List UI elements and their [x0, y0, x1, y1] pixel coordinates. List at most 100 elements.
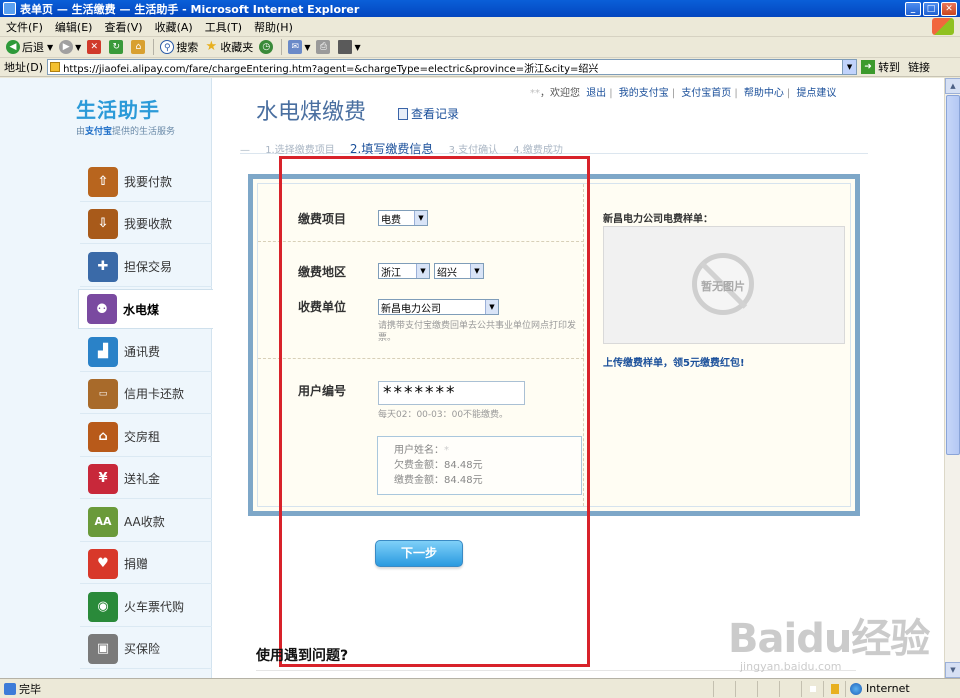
logo-sub-prefix: 由 [76, 127, 86, 137]
sidebar-item-label: 我要付款 [124, 175, 173, 189]
province-select[interactable]: 浙江 ▼ [378, 263, 430, 279]
watermark-main: Baidu经验 [728, 616, 930, 662]
help-center-link[interactable]: 帮助中心 [744, 88, 784, 99]
history-icon: ◷ [259, 40, 274, 54]
home-button[interactable]: ⌂ [128, 38, 150, 57]
sidebar-item-utilities[interactable]: ⚉ 水电煤 [78, 289, 213, 329]
sidebar-item-train[interactable]: ◉ 火车票代购 [80, 587, 212, 627]
scroll-up-icon[interactable]: ▲ [945, 78, 960, 94]
vertical-scrollbar[interactable]: ▲ ▼ [944, 78, 960, 678]
sidebar-item-rent[interactable]: ⌂ 交房租 [80, 417, 212, 457]
zone-label: Internet [866, 682, 910, 695]
chevron-down-icon[interactable]: ▼ [75, 43, 81, 52]
status-cell [757, 680, 779, 697]
mail-button[interactable]: ✉ ▼ [285, 38, 313, 57]
menu-view[interactable]: 查看(V) [98, 19, 148, 35]
upload-sample-link[interactable]: 上传缴费样单，领5元缴费红包! [603, 354, 745, 369]
chevron-down-icon[interactable]: ▼ [354, 43, 360, 52]
sidebar-item-telecom[interactable]: ▟ 通讯费 [80, 332, 212, 372]
receive-icon: ⇩ [88, 208, 118, 239]
account-hint: 每天02：00-03：00不能缴费。 [378, 410, 509, 420]
unit-select[interactable]: 新昌电力公司 ▼ [378, 299, 499, 315]
stop-button[interactable]: ✕ [84, 38, 106, 57]
sidebar-item-donate[interactable]: ♥ 捐赠 [80, 544, 212, 584]
print-button[interactable]: ⎙ [313, 38, 335, 57]
links-button[interactable]: 链接 [908, 59, 930, 75]
unit-select-value: 新昌电力公司 [381, 303, 441, 315]
lock-icon[interactable] [823, 680, 845, 697]
forward-button[interactable]: ▶ ▼ [56, 38, 84, 57]
status-text: 完毕 [19, 682, 41, 696]
menu-favorites[interactable]: 收藏(A) [149, 19, 199, 35]
house-icon: ⌂ [88, 421, 118, 452]
progress-steps: — 1.选择缴费项目 2.填写缴费信息 3.支付确认 4.缴费成功 [240, 140, 868, 156]
step-4: 4.缴费成功 [513, 145, 563, 156]
city-select-value: 绍兴 [437, 267, 457, 279]
window-title: 表单页 — 生活缴费 — 生活助手 - Microsoft Internet E… [20, 2, 360, 16]
sidebar-item-insurance[interactable]: ▣ 买保险 [80, 629, 212, 669]
payment-form-panel: 缴费项目 电费 ▼ 缴费地区 浙江 ▼ 绍兴 ▼ 收费单位 新昌电力公司 ▼ 请携带支付… [248, 174, 860, 516]
unit-hint: 请携带支付宝缴费回单去公共事业单位网点打印发票。 [378, 321, 577, 343]
browser-toolbar: ◀ 后退 ▼ ▶ ▼ ✕ ↻ ⌂ ⚲ 搜索 ★ 收藏夹 ◷ ✉ ▼ ⎙ ▼ [0, 37, 960, 58]
toolbar-divider [153, 39, 155, 55]
logout-link[interactable]: 退出 [586, 88, 606, 99]
sidebar-item-label: AA收款 [124, 515, 165, 529]
sidebar-item-aa[interactable]: AA AA收款 [80, 502, 212, 542]
star-icon: ★ [205, 39, 218, 54]
edit-icon [338, 40, 353, 54]
minimize-button[interactable]: _ [905, 1, 921, 16]
chevron-down-icon[interactable]: ▼ [304, 43, 310, 52]
info-pay-label: 缴费金额： [394, 475, 444, 486]
status-bar: 完毕 Internet [0, 678, 960, 698]
go-label: 转到 [878, 61, 901, 74]
train-icon: ◉ [88, 591, 118, 622]
city-select[interactable]: 绍兴 ▼ [434, 263, 484, 279]
alipay-home-link[interactable]: 支付宝首页 [681, 88, 731, 99]
scroll-thumb[interactable] [946, 95, 960, 455]
menu-help[interactable]: 帮助(H) [248, 19, 299, 35]
refresh-button[interactable]: ↻ [106, 38, 128, 57]
history-button[interactable]: ◷ [256, 38, 278, 57]
sidebar-item-guarantee[interactable]: ✚ 担保交易 [80, 247, 212, 287]
account-input[interactable]: ******* [378, 381, 525, 405]
mail-icon: ✉ [288, 40, 303, 54]
guarantee-icon: ✚ [88, 251, 118, 282]
view-records-label: 查看记录 [411, 107, 460, 121]
sidebar-item-label: 我要收款 [124, 217, 173, 231]
sidebar-item-credit-card[interactable]: ▭ 信用卡还款 [80, 374, 212, 414]
step-2-current: 2.填写缴费信息 [349, 142, 434, 156]
menu-tools[interactable]: 工具(T) [199, 19, 248, 35]
info-name-value: * [444, 445, 449, 456]
toolbar-divider [281, 39, 283, 55]
edit-button[interactable]: ▼ [335, 38, 363, 57]
my-alipay-link[interactable]: 我的支付宝 [619, 88, 669, 99]
menu-file[interactable]: 文件(F) [0, 19, 49, 35]
address-input[interactable]: https://jiaofei.alipay.com/fare/chargeEn… [47, 59, 858, 75]
menu-bar: 文件(F) 编辑(E) 查看(V) 收藏(A) 工具(T) 帮助(H) [0, 17, 960, 37]
unit-label: 收费单位 [298, 300, 347, 314]
back-button[interactable]: ◀ 后退 ▼ [3, 38, 56, 57]
search-button[interactable]: ⚲ 搜索 [157, 38, 201, 57]
maximize-button[interactable]: □ [923, 1, 939, 16]
chevron-down-icon[interactable]: ▼ [47, 43, 53, 52]
menu-edit[interactable]: 编辑(E) [49, 19, 99, 35]
suggestion-link[interactable]: 提点建议 [796, 88, 836, 99]
ie-icon [3, 2, 16, 15]
next-step-button[interactable]: 下一步 [375, 540, 463, 567]
close-button[interactable]: ✕ [941, 1, 957, 16]
favorites-button[interactable]: ★ 收藏夹 [201, 38, 256, 57]
sidebar-item-receive[interactable]: ⇩ 我要收款 [80, 204, 212, 244]
popup-blocker-icon[interactable] [801, 680, 823, 697]
sidebar-item-pay[interactable]: ⇧ 我要付款 [80, 162, 212, 202]
no-image-text: 暂无图片 [701, 280, 745, 293]
view-records-link[interactable]: 查看记录 [398, 105, 459, 122]
chevron-down-icon[interactable]: ▼ [842, 60, 857, 74]
payment-form-inner: 缴费项目 电费 ▼ 缴费地区 浙江 ▼ 绍兴 ▼ 收费单位 新昌电力公司 ▼ 请携带支付… [257, 183, 851, 507]
address-label: 地址(D) [4, 61, 44, 74]
life-assistant-logo[interactable]: 生活助手 由支付宝提供的生活服务 [76, 94, 206, 144]
go-button[interactable]: ➜ 转到 [861, 59, 900, 75]
printer-icon: ⎙ [316, 40, 331, 54]
sidebar-item-gift[interactable]: ¥ 送礼金 [80, 459, 212, 499]
item-select[interactable]: 电费 ▼ [378, 210, 428, 226]
scroll-down-icon[interactable]: ▼ [945, 662, 960, 678]
